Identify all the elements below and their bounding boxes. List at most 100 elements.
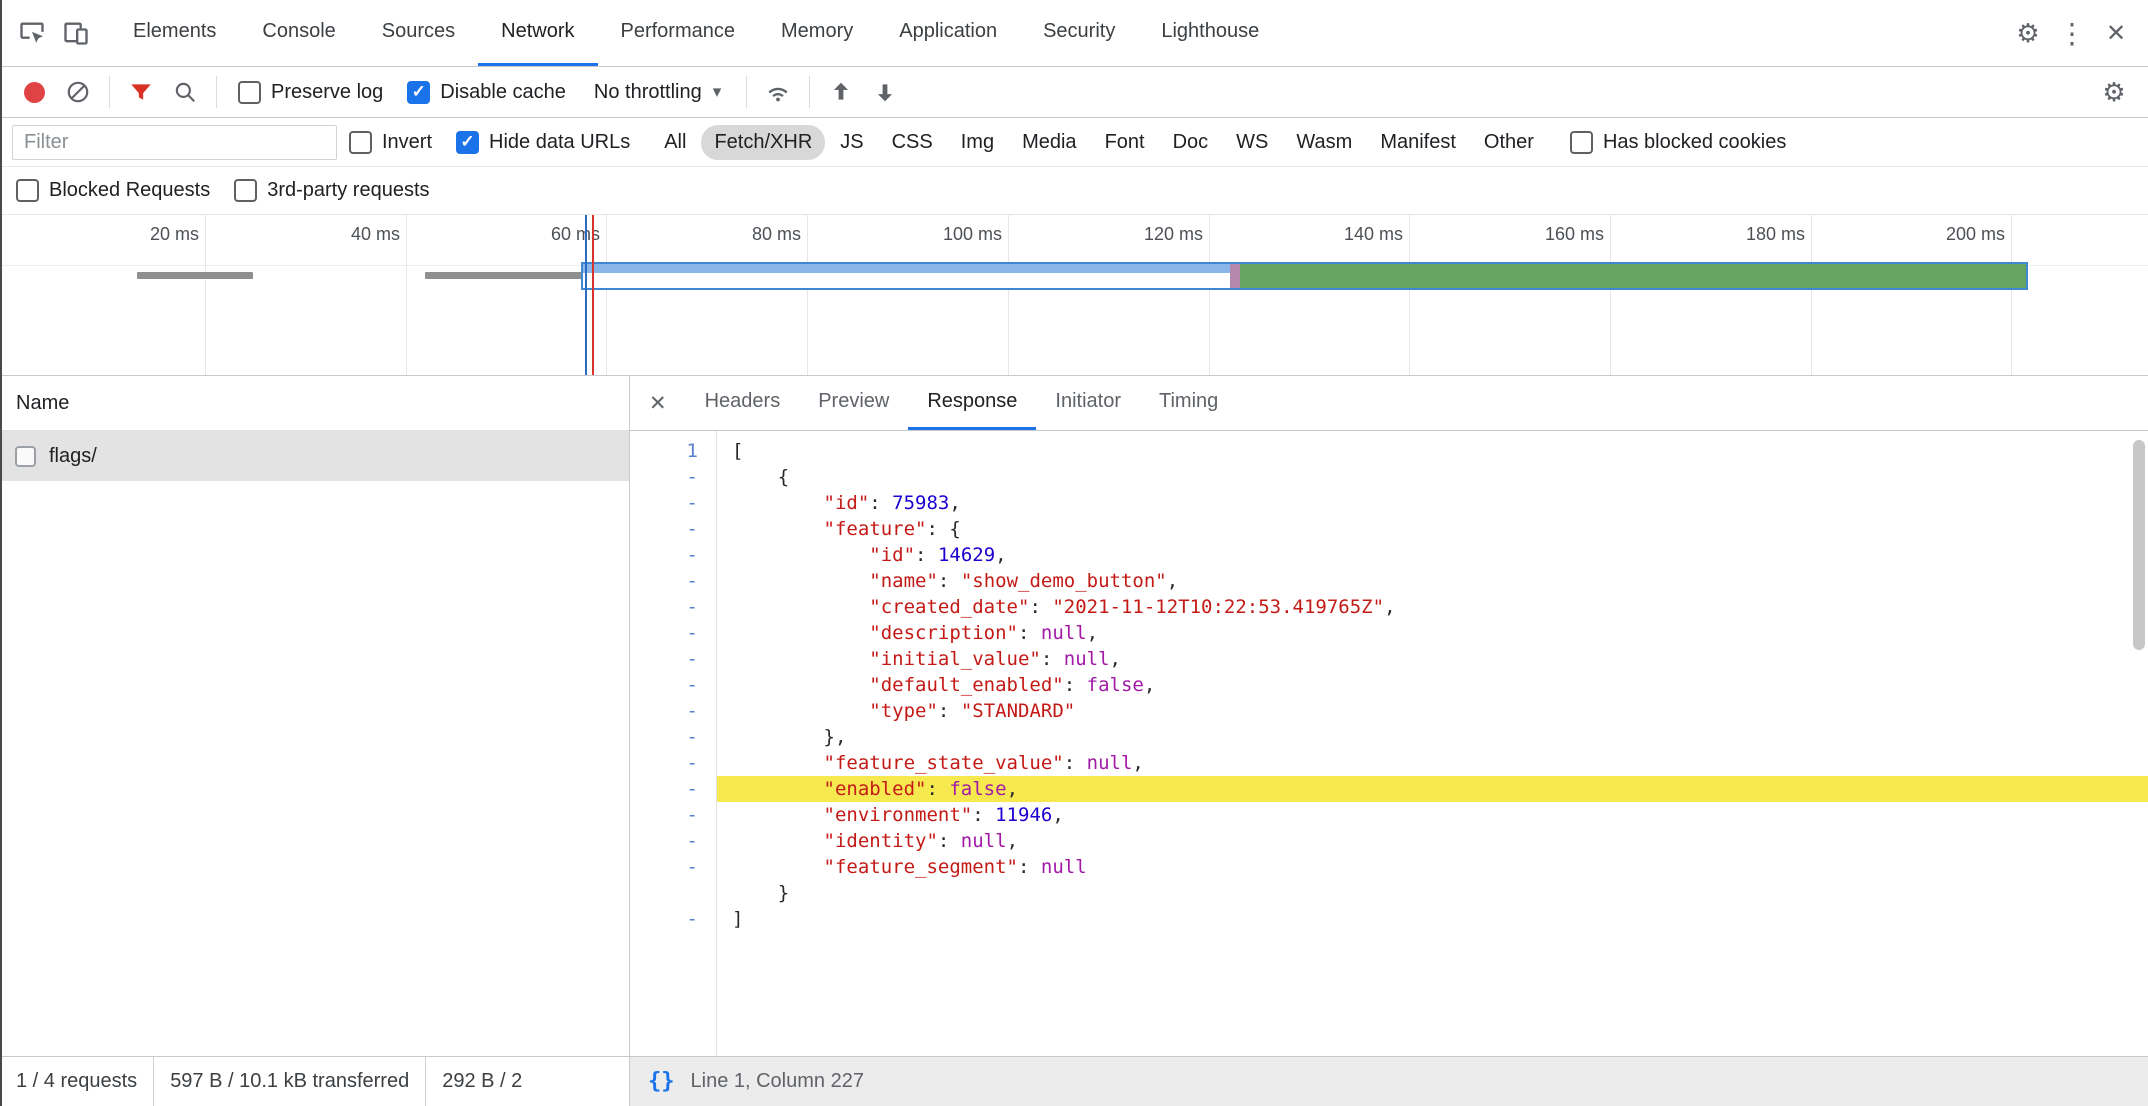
code-line: - "name": "show_demo_button", bbox=[630, 568, 2148, 594]
code-line: - "enabled": false, bbox=[630, 776, 2148, 802]
chip-fetch-xhr[interactable]: Fetch/XHR bbox=[701, 125, 825, 160]
code-line: - "id": 75983, bbox=[630, 490, 2148, 516]
detail-tabs: HeadersPreviewResponseInitiatorTiming bbox=[686, 376, 1238, 430]
record-network-log-button[interactable] bbox=[12, 70, 56, 114]
disable-cache-checkbox[interactable]: Disable cache bbox=[407, 81, 566, 104]
preserve-log-label: Preserve log bbox=[271, 81, 383, 104]
request-detail-panel: ✕ HeadersPreviewResponseInitiatorTiming … bbox=[630, 376, 2148, 1106]
chip-font[interactable]: Font bbox=[1092, 125, 1158, 160]
code-text: { bbox=[716, 464, 2148, 490]
chip-wasm[interactable]: Wasm bbox=[1283, 125, 1365, 160]
more-options-kebab-icon[interactable]: ⋮ bbox=[2050, 11, 2094, 55]
toolbar-divider bbox=[216, 76, 217, 108]
third-party-requests-label: 3rd-party requests bbox=[267, 179, 429, 202]
devtools-tabbar: ElementsConsoleSourcesNetworkPerformance… bbox=[0, 0, 2148, 67]
code-line: - "environment": 11946, bbox=[630, 802, 2148, 828]
code-line: - "type": "STANDARD" bbox=[630, 698, 2148, 724]
line-number: - bbox=[630, 490, 716, 516]
chip-manifest[interactable]: Manifest bbox=[1367, 125, 1469, 160]
tabbar-spacer bbox=[1282, 0, 2006, 66]
timeline-tick-label: 100 ms bbox=[882, 224, 1002, 245]
close-detail-icon[interactable]: ✕ bbox=[630, 391, 686, 416]
blocked-requests-checkbox[interactable]: Blocked Requests bbox=[16, 179, 210, 202]
clear-network-log-button[interactable] bbox=[56, 70, 100, 114]
source-status-bar: {} Line 1, Column 227 bbox=[630, 1056, 2148, 1106]
code-line: - "initial_value": null, bbox=[630, 646, 2148, 672]
chip-media[interactable]: Media bbox=[1009, 125, 1089, 160]
timeline-gridline bbox=[1008, 215, 1009, 375]
blocked-requests-label: Blocked Requests bbox=[49, 179, 210, 202]
tab-lighthouse[interactable]: Lighthouse bbox=[1138, 0, 1282, 66]
pretty-print-button[interactable]: {} bbox=[648, 1069, 675, 1094]
settings-gear-icon[interactable]: ⚙ bbox=[2006, 11, 2050, 55]
clear-circle-slash-icon bbox=[65, 79, 91, 105]
detail-tabs-row: ✕ HeadersPreviewResponseInitiatorTiming bbox=[630, 376, 2148, 431]
request-list-panel: Name flags/ 1 / 4 requests 597 B / 10.1 … bbox=[0, 376, 630, 1106]
detail-tab-preview[interactable]: Preview bbox=[799, 376, 908, 430]
device-toolbar-icon bbox=[62, 19, 90, 47]
timeline-tick-label: 20 ms bbox=[79, 224, 199, 245]
chip-img[interactable]: Img bbox=[948, 125, 1007, 160]
tab-performance[interactable]: Performance bbox=[598, 0, 759, 66]
code-text: [ bbox=[716, 438, 2148, 464]
name-column-header[interactable]: Name bbox=[0, 376, 629, 431]
code-line: - "identity": null, bbox=[630, 828, 2148, 854]
request-row-flags[interactable]: flags/ bbox=[0, 431, 629, 481]
network-settings-gear-icon[interactable]: ⚙ bbox=[2092, 70, 2136, 114]
timeline-gridline bbox=[807, 215, 808, 375]
third-party-requests-checkbox[interactable]: 3rd-party requests bbox=[234, 179, 429, 202]
waterfall-selected-request-bar[interactable] bbox=[581, 262, 2028, 290]
timeline-gridline bbox=[1209, 215, 1210, 375]
invert-checkbox[interactable]: Invert bbox=[349, 131, 432, 154]
throttling-value: No throttling bbox=[594, 81, 702, 104]
detail-tab-response[interactable]: Response bbox=[908, 376, 1036, 430]
code-line: - "feature_state_value": null, bbox=[630, 750, 2148, 776]
line-number: - bbox=[630, 568, 716, 594]
line-number: - bbox=[630, 516, 716, 542]
hide-data-urls-label: Hide data URLs bbox=[489, 131, 630, 154]
detail-tab-timing[interactable]: Timing bbox=[1140, 376, 1237, 430]
tab-sources[interactable]: Sources bbox=[359, 0, 478, 66]
funnel-icon bbox=[128, 79, 154, 105]
import-har-button[interactable] bbox=[819, 70, 863, 114]
search-button[interactable] bbox=[163, 70, 207, 114]
code-text: "id": 75983, bbox=[716, 490, 2148, 516]
network-conditions-button[interactable] bbox=[756, 70, 800, 114]
overview-request-bar bbox=[137, 272, 253, 279]
tab-application[interactable]: Application bbox=[876, 0, 1020, 66]
detail-tab-initiator[interactable]: Initiator bbox=[1036, 376, 1140, 430]
export-har-button[interactable] bbox=[863, 70, 907, 114]
hide-data-urls-checkbox[interactable]: Hide data URLs bbox=[456, 131, 630, 154]
checkbox-unchecked-icon bbox=[16, 179, 39, 202]
vertical-scrollbar[interactable] bbox=[2133, 440, 2145, 650]
chip-doc[interactable]: Doc bbox=[1160, 125, 1222, 160]
chip-all[interactable]: All bbox=[651, 125, 699, 160]
code-lines: 1[- {- "id": 75983,- "feature": {- "id":… bbox=[630, 438, 2148, 932]
tab-memory[interactable]: Memory bbox=[758, 0, 876, 66]
chip-other[interactable]: Other bbox=[1471, 125, 1547, 160]
code-text: } bbox=[716, 880, 2148, 906]
has-blocked-cookies-checkbox[interactable]: Has blocked cookies bbox=[1570, 131, 1786, 154]
gutter-border bbox=[716, 431, 717, 1056]
chip-ws[interactable]: WS bbox=[1223, 125, 1281, 160]
code-text: "created_date": "2021-11-12T10:22:53.419… bbox=[716, 594, 2148, 620]
tab-console[interactable]: Console bbox=[239, 0, 358, 66]
line-number bbox=[630, 880, 716, 906]
tab-network[interactable]: Network bbox=[478, 0, 597, 66]
tab-elements[interactable]: Elements bbox=[110, 0, 239, 66]
timeline-overview[interactable]: 20 ms40 ms60 ms80 ms100 ms120 ms140 ms16… bbox=[0, 215, 2148, 376]
inspect-element-button[interactable] bbox=[10, 11, 54, 55]
checkbox-unchecked-icon bbox=[1570, 131, 1593, 154]
close-devtools-icon[interactable]: ✕ bbox=[2094, 11, 2138, 55]
chip-css[interactable]: CSS bbox=[879, 125, 946, 160]
tab-security[interactable]: Security bbox=[1020, 0, 1138, 66]
chip-js[interactable]: JS bbox=[827, 125, 876, 160]
device-toolbar-button[interactable] bbox=[54, 11, 98, 55]
filter-button[interactable] bbox=[119, 70, 163, 114]
timeline-tick-label: 80 ms bbox=[681, 224, 801, 245]
filter-input[interactable] bbox=[12, 125, 337, 160]
code-text: "feature": { bbox=[716, 516, 2148, 542]
preserve-log-checkbox[interactable]: Preserve log bbox=[238, 81, 383, 104]
throttling-select[interactable]: No throttling ▾ bbox=[594, 81, 721, 104]
detail-tab-headers[interactable]: Headers bbox=[686, 376, 800, 430]
